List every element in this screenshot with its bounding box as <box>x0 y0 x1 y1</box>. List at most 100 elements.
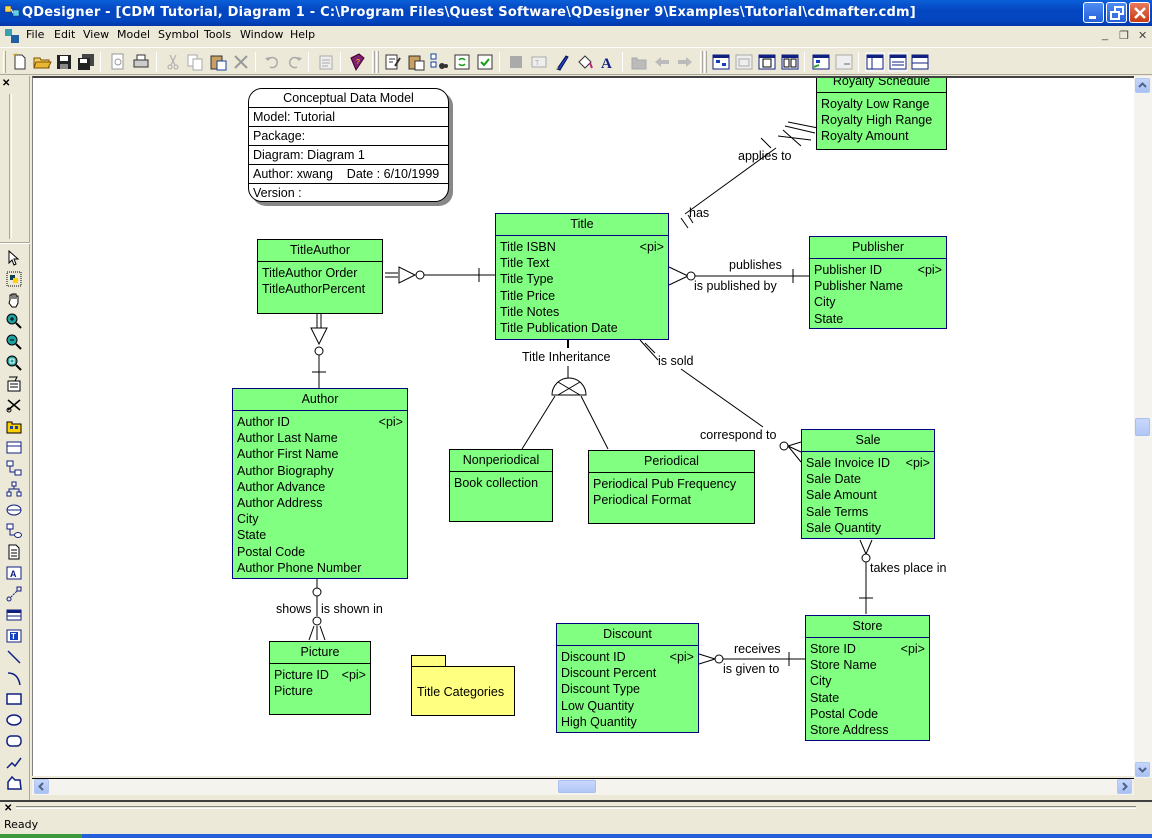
layout-icon[interactable] <box>734 52 754 72</box>
scroll-down-button[interactable] <box>1135 762 1150 777</box>
rectangle-tool-icon[interactable] <box>5 690 23 708</box>
forward-icon[interactable] <box>675 52 695 72</box>
output-pane-splitter[interactable] <box>16 806 1136 809</box>
line-tool-icon[interactable] <box>5 648 23 666</box>
package-title-categories[interactable]: Title Categories <box>411 655 515 716</box>
pointer-icon[interactable] <box>5 249 23 267</box>
mdi-minimize-button[interactable]: _ <box>1102 29 1108 41</box>
entity-titleauthor[interactable]: TitleAuthor TitleAuthor Order TitleAutho… <box>257 239 383 314</box>
role-label-takes-place-in[interactable]: takes place in <box>870 561 946 575</box>
copy-icon[interactable] <box>185 52 205 72</box>
mdi-restore-button[interactable]: ❐ <box>1119 29 1129 42</box>
print-icon[interactable] <box>131 52 151 72</box>
scroll-left-button[interactable] <box>34 779 49 794</box>
entity-periodical[interactable]: Periodical Periodical Pub Frequency Peri… <box>588 450 755 524</box>
menu-window[interactable]: Window <box>240 28 283 41</box>
entity-nonperiodical[interactable]: Nonperiodical Book collection <box>449 449 553 522</box>
scroll-up-button[interactable] <box>1135 78 1150 93</box>
cut-icon[interactable] <box>163 52 183 72</box>
minimize-button[interactable] <box>1083 2 1104 23</box>
role-label-is-shown-in[interactable]: is shown in <box>321 602 383 616</box>
mdi-close-button[interactable]: ✕ <box>1138 29 1147 42</box>
page-icon[interactable] <box>757 52 777 72</box>
link-sale-store[interactable] <box>859 539 873 614</box>
save-all-icon[interactable] <box>76 52 96 72</box>
inheritance-tool-icon[interactable] <box>5 480 23 498</box>
role-label-is-given-to[interactable]: is given to <box>723 662 779 676</box>
menu-help[interactable]: Help <box>290 28 315 41</box>
diagram-canvas[interactable]: Conceptual Data Model Model: Tutorial Pa… <box>32 76 1134 776</box>
entity-discount[interactable]: Discount Discount ID <pi> Discount Percen… <box>556 623 699 733</box>
relationship-tool-icon[interactable] <box>5 459 23 477</box>
toolbar-grip[interactable] <box>376 51 379 73</box>
role-label-is-sold[interactable]: is sold <box>658 354 693 368</box>
find-icon[interactable] <box>429 52 449 72</box>
arc-tool-icon[interactable] <box>5 669 23 687</box>
zoom-out-icon[interactable] <box>5 333 23 351</box>
close-button[interactable] <box>1129 2 1150 23</box>
entity-title[interactable]: Title Title ISBN <pi> Title Text Title Ty… <box>495 213 669 340</box>
zoom-fit-icon[interactable] <box>5 354 23 372</box>
table-tool-icon[interactable] <box>5 606 23 624</box>
vertical-scroll-thumb[interactable] <box>1135 418 1150 436</box>
polygon-tool-icon[interactable] <box>5 774 23 792</box>
properties-icon[interactable] <box>5 375 23 393</box>
redo-icon[interactable] <box>285 52 305 72</box>
title-tool-icon[interactable]: A <box>5 564 23 582</box>
inheritance-label[interactable]: Title Inheritance <box>522 350 610 364</box>
entity-store[interactable]: Store Store ID <pi> Store Name City State… <box>805 615 930 741</box>
impact-icon[interactable] <box>811 52 831 72</box>
toolbar-grip[interactable] <box>372 51 375 73</box>
menu-model[interactable]: Model <box>117 28 150 41</box>
role-label-publishes[interactable]: publishes <box>729 258 782 272</box>
back-icon[interactable] <box>652 52 672 72</box>
menu-tools[interactable]: Tools <box>204 28 231 41</box>
toolbar-grip[interactable] <box>704 51 707 73</box>
link-inheritance-nonperiodical[interactable] <box>521 395 556 450</box>
association-tool-icon[interactable] <box>5 501 23 519</box>
horizontal-scrollbar[interactable] <box>32 778 1134 795</box>
file-tool-icon[interactable] <box>5 543 23 561</box>
vertical-scrollbar[interactable] <box>1134 76 1152 778</box>
generate-icon[interactable] <box>834 52 854 72</box>
browser-icon[interactable] <box>865 52 885 72</box>
palette-splitter[interactable] <box>9 94 12 239</box>
text-tool-icon[interactable]: T <box>5 627 23 645</box>
diagram-icon[interactable] <box>711 52 731 72</box>
document-icon[interactable] <box>4 28 20 44</box>
properties-icon[interactable] <box>316 52 336 72</box>
entity-sale[interactable]: Sale Sale Invoice ID <pi> Sale Date Sale … <box>801 429 935 539</box>
menu-file[interactable]: File <box>26 28 44 41</box>
role-label-is-published-by[interactable]: is published by <box>694 279 777 293</box>
package-tool-icon[interactable] <box>5 417 23 435</box>
role-label-receives[interactable]: receives <box>734 642 781 656</box>
role-label-shows[interactable]: shows <box>276 602 311 616</box>
menu-view[interactable]: View <box>83 28 109 41</box>
new-icon[interactable] <box>10 52 30 72</box>
start-button[interactable] <box>0 834 82 838</box>
restore-button[interactable] <box>1106 2 1127 23</box>
toolbar-grip[interactable] <box>700 51 703 73</box>
association-link-icon[interactable] <box>5 522 23 540</box>
toolbar-grip[interactable] <box>3 51 6 73</box>
close-output-pane-icon[interactable]: ✕ <box>4 803 12 814</box>
rounded-rect-tool-icon[interactable] <box>5 732 23 750</box>
print-preview-icon[interactable] <box>108 52 128 72</box>
entity-royalty-schedule[interactable]: Royalty Schedule Royalty Low Range Royal… <box>816 78 947 150</box>
save-icon[interactable] <box>54 52 74 72</box>
result-list-icon[interactable] <box>910 52 930 72</box>
paste-icon[interactable] <box>208 52 228 72</box>
delete-icon[interactable] <box>231 52 251 72</box>
entity-tool-icon[interactable] <box>5 438 23 456</box>
open-icon[interactable] <box>32 52 52 72</box>
paint-bucket-icon[interactable] <box>575 52 595 72</box>
pen-icon[interactable] <box>552 52 572 72</box>
role-label-has[interactable]: has <box>689 206 709 220</box>
package-icon[interactable] <box>629 52 649 72</box>
scroll-right-button[interactable] <box>1117 779 1132 794</box>
role-label-applies-to[interactable]: applies to <box>738 149 792 163</box>
link-tool-icon[interactable] <box>5 585 23 603</box>
entity-publisher[interactable]: Publisher Publisher ID <pi> Publisher Nam… <box>809 236 947 329</box>
link-inheritance-periodical[interactable] <box>580 395 609 450</box>
ellipse-tool-icon[interactable] <box>5 711 23 729</box>
